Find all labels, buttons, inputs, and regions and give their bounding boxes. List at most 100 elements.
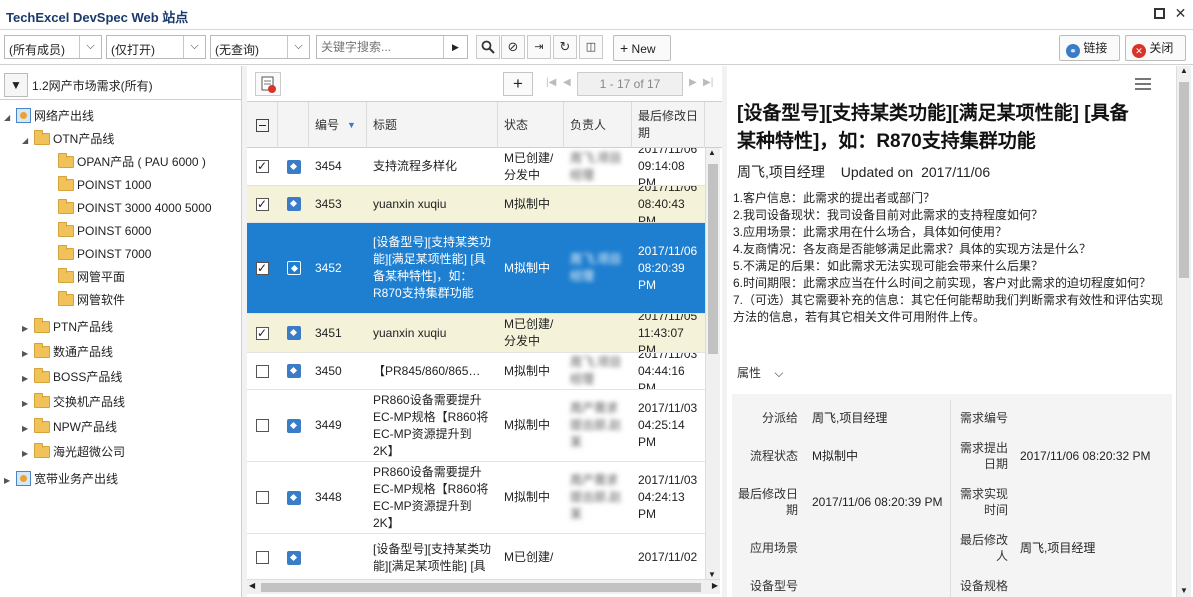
tree-node-3000[interactable]: POINST 3000 4000 5000 bbox=[46, 198, 212, 218]
table-row[interactable]: 3452 [设备型号][支持某类功能][满足某项性能] [具备某种特性]，如：R8… bbox=[247, 223, 705, 314]
tree-node-boss[interactable]: ▶ BOSS产品线 bbox=[22, 367, 122, 387]
table-row[interactable]: 3450 【PR845/860/865】112013 M拟制中 周飞,项目经理 2017… bbox=[247, 353, 705, 390]
scroll-left-icon[interactable]: ◀ bbox=[249, 581, 255, 590]
tree-node-network[interactable]: ◢ 网络产出线 bbox=[4, 106, 94, 126]
first-page-icon[interactable]: |◀ bbox=[546, 77, 556, 88]
next-match-icon[interactable]: ⇥ bbox=[527, 35, 551, 59]
row-checkbox-cell bbox=[247, 534, 278, 581]
keyword-search-input[interactable] bbox=[317, 36, 441, 58]
prev-page-icon[interactable]: ◀ bbox=[563, 77, 571, 88]
tree-node-broadband[interactable]: ▶ 宽带业务产出线 bbox=[4, 469, 118, 489]
row-owner-cell: 周飞,项目经理 bbox=[564, 148, 632, 185]
close-window-icon[interactable]: ✕ bbox=[1174, 6, 1187, 20]
new-button[interactable]: + New bbox=[613, 35, 671, 61]
row-title: PR860设备需要提升EC-MP规格【R860将EC-MP资源提升到2K】 bbox=[373, 392, 489, 458]
report-icon[interactable] bbox=[255, 72, 281, 96]
row-checkbox[interactable] bbox=[256, 364, 269, 378]
collapsed-icon[interactable]: ▶ bbox=[22, 444, 34, 464]
list-horizontal-scrollbar[interactable]: ◀ ▶ bbox=[247, 579, 720, 594]
pager-display: 1 - 17 of 17 bbox=[577, 72, 683, 96]
tree-node-1000[interactable]: POINST 1000 bbox=[46, 175, 151, 195]
row-checkbox[interactable] bbox=[256, 158, 269, 175]
tree-node-company[interactable]: ▶ 海光超微公司 bbox=[22, 442, 125, 462]
table-row[interactable]: 3448 PR860设备需要提升EC-MP规格【R860将EC-MP资源提升到2K… bbox=[247, 462, 705, 534]
clear-search-icon[interactable]: ⊘ bbox=[501, 35, 525, 59]
column-header-owner[interactable]: 负责人 bbox=[564, 102, 632, 148]
tree-node-label: 海光超微公司 bbox=[53, 445, 126, 459]
tree-node-otn[interactable]: ◢ OTN产品线 bbox=[22, 129, 114, 149]
h-scroll-thumb[interactable] bbox=[261, 583, 701, 592]
select-all-checkbox-cell[interactable] bbox=[247, 102, 278, 148]
collapsed-icon[interactable]: ▶ bbox=[4, 471, 16, 491]
next-page-icon[interactable]: ▶ bbox=[689, 77, 697, 88]
table-row[interactable]: [设备型号][支持某类功能][满足某项性能] [具 M已创建/2017/11/02 bbox=[247, 534, 705, 582]
scroll-right-icon[interactable]: ▶ bbox=[712, 581, 718, 590]
last-page-icon[interactable]: ▶| bbox=[703, 77, 713, 88]
row-title-cell: 支持流程多样化 bbox=[367, 148, 498, 185]
sort-desc-icon[interactable]: ▼ bbox=[347, 117, 356, 134]
row-checkbox[interactable] bbox=[256, 260, 269, 277]
column-header-title[interactable]: 标题 bbox=[367, 102, 498, 148]
scroll-up-icon[interactable]: ▲ bbox=[708, 148, 716, 157]
select-all-checkbox[interactable] bbox=[255, 118, 269, 132]
expanded-icon[interactable]: ◢ bbox=[4, 108, 16, 128]
table-row[interactable]: 3451 yuanxin xuqiu M已创建/分发中 2017/11/05 11:4… bbox=[247, 314, 705, 353]
close-button[interactable]: ✕ 关闭 bbox=[1125, 35, 1186, 61]
refresh-icon[interactable]: ↻ bbox=[553, 35, 577, 59]
expanded-icon[interactable]: ◢ bbox=[22, 131, 34, 151]
row-checkbox[interactable] bbox=[256, 491, 269, 504]
list-vertical-scrollbar[interactable]: ▲ ▼ bbox=[705, 148, 720, 579]
collapsed-icon[interactable]: ▶ bbox=[22, 394, 34, 414]
column-header-status[interactable]: 状态 bbox=[498, 102, 564, 148]
add-item-button[interactable]: + bbox=[503, 72, 533, 96]
chevron-down-icon[interactable]: ⌵ bbox=[287, 36, 309, 58]
tree-node-7000[interactable]: POINST 7000 bbox=[46, 244, 151, 264]
tree-node-software[interactable]: 网管软件 bbox=[46, 290, 125, 310]
row-date: 2017/11/02 bbox=[638, 550, 698, 564]
maximize-icon[interactable] bbox=[1154, 8, 1165, 19]
member-filter-dropdown[interactable]: (所有成员) ⌵ bbox=[4, 35, 102, 59]
properties-label: 属性 bbox=[737, 366, 762, 380]
scroll-down-icon[interactable]: ▼ bbox=[1180, 586, 1188, 595]
scroll-up-icon[interactable]: ▲ bbox=[1180, 66, 1188, 75]
collapsed-icon[interactable]: ▶ bbox=[22, 344, 34, 364]
tree-node-opan[interactable]: OPAN产品 ( PAU 6000 ) bbox=[46, 152, 206, 172]
query-filter-dropdown[interactable]: (无查询) ⌵ bbox=[210, 35, 310, 59]
chevron-down-icon[interactable]: ⌵ bbox=[183, 36, 205, 58]
row-status-cell: M拟制中 bbox=[498, 462, 564, 533]
table-row[interactable]: 3449 PR860设备需要提升EC-MP规格【R860将EC-MP资源提升到2K… bbox=[247, 390, 705, 462]
tree-node-datacom[interactable]: ▶ 数通产品线 bbox=[22, 342, 113, 362]
tree-node-6000[interactable]: POINST 6000 bbox=[46, 221, 151, 241]
column-header-id[interactable]: 编号 ▼ bbox=[309, 102, 367, 148]
scroll-thumb[interactable] bbox=[1179, 82, 1189, 278]
column-header-date[interactable]: 最后修改日期 bbox=[632, 102, 705, 148]
play-icon[interactable]: ▶ bbox=[443, 36, 467, 58]
tree-node-plane[interactable]: 网管平面 bbox=[46, 267, 125, 287]
row-checkbox[interactable] bbox=[256, 551, 269, 564]
table-row[interactable]: 3453 yuanxin xuqiu M拟制中 2017/11/06 08:40:43… bbox=[247, 186, 705, 223]
tree-node-switch[interactable]: ▶ 交换机产品线 bbox=[22, 392, 125, 412]
row-checkbox[interactable] bbox=[256, 196, 269, 213]
search-icon[interactable] bbox=[476, 35, 500, 59]
collapsed-icon[interactable]: ▶ bbox=[22, 369, 34, 389]
row-date-cell: 2017/11/05 11:43:07 PM bbox=[632, 314, 705, 352]
link-button[interactable]: ⚭ 链接 bbox=[1059, 35, 1120, 61]
row-type-cell bbox=[278, 353, 309, 389]
tree-node-npw[interactable]: ▶ NPW产品线 bbox=[22, 417, 117, 437]
properties-toggle[interactable]: 属性 ⌵ bbox=[737, 364, 783, 381]
filter-icon[interactable]: ▼ bbox=[4, 73, 28, 97]
row-checkbox[interactable] bbox=[256, 419, 269, 432]
menu-icon[interactable] bbox=[1135, 78, 1151, 90]
open-filter-dropdown[interactable]: (仅打开) ⌵ bbox=[106, 35, 206, 59]
tree-node-ptn[interactable]: ▶ PTN产品线 bbox=[22, 317, 113, 337]
layout-toggle-icon[interactable]: ◫ bbox=[579, 35, 603, 59]
scroll-thumb[interactable] bbox=[708, 164, 718, 354]
chevron-down-icon[interactable]: ⌵ bbox=[79, 36, 101, 58]
table-row[interactable]: 3454 支持流程多样化 M已创建/分发中周飞,项目经理 2017/11/06 09:… bbox=[247, 148, 705, 186]
scroll-down-icon[interactable]: ▼ bbox=[708, 570, 716, 579]
row-checkbox[interactable] bbox=[256, 325, 269, 342]
detail-scrollbar[interactable]: ▲ ▼ bbox=[1176, 66, 1191, 597]
row-title: 【PR845/860/865】112013 bbox=[373, 363, 481, 378]
collapsed-icon[interactable]: ▶ bbox=[22, 319, 34, 339]
collapsed-icon[interactable]: ▶ bbox=[22, 419, 34, 439]
